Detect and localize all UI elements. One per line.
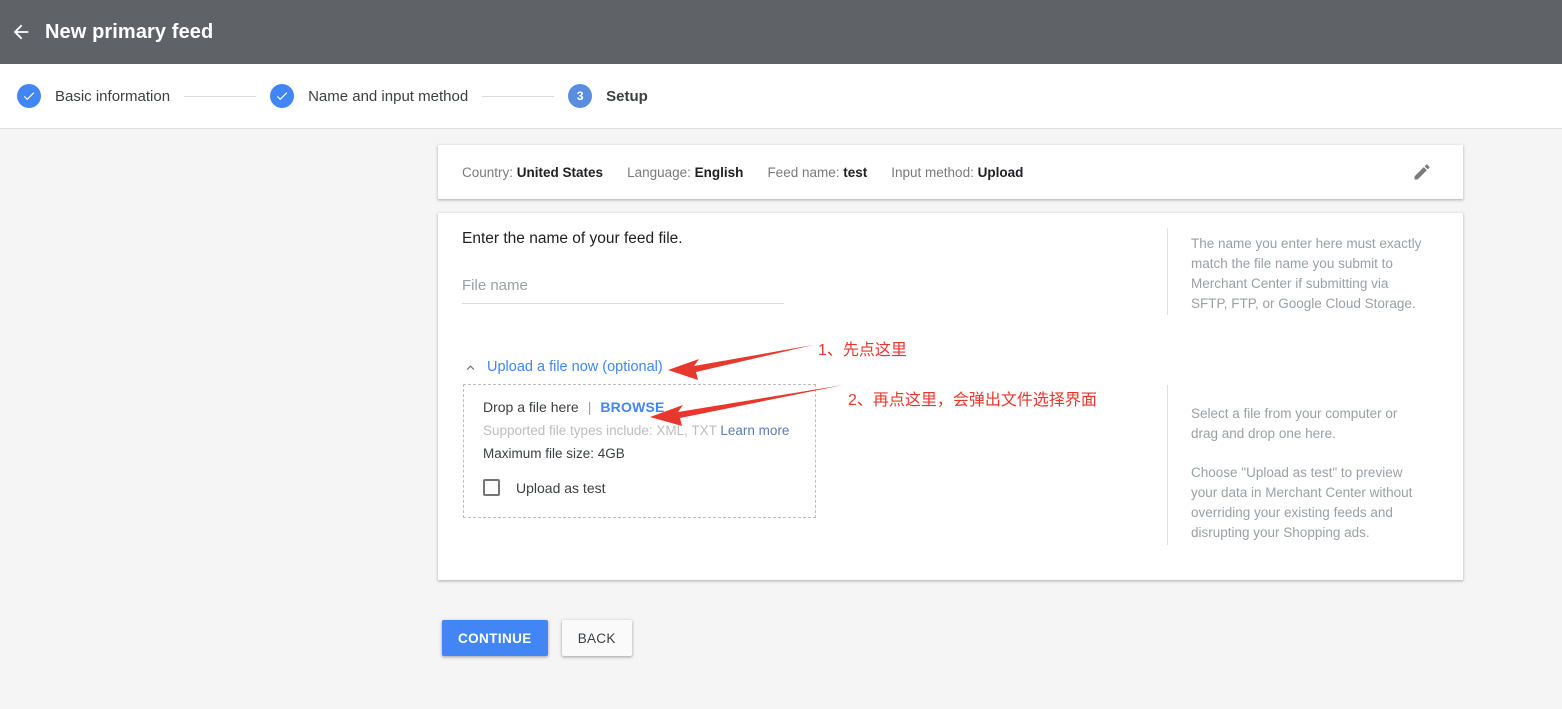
summary-country-label: Country: — [462, 164, 514, 180]
help-text-upload-as-test: Choose "Upload as test" to preview your … — [1191, 465, 1413, 540]
step-2-label: Name and input method — [308, 87, 469, 105]
continue-button[interactable]: CONTINUE — [442, 620, 548, 656]
feed-file-heading: Enter the name of your feed file. — [462, 230, 683, 247]
help-text-select-file: Select a file from your computer or drag… — [1191, 406, 1398, 441]
learn-more-link[interactable]: Learn more — [720, 423, 789, 438]
step-3-label: Setup — [606, 87, 648, 105]
summary-language-value: English — [694, 164, 744, 180]
step-connector-1 — [184, 95, 257, 97]
step-2-check-icon — [270, 84, 295, 108]
upload-as-test-checkbox-row[interactable]: Upload as test — [483, 479, 606, 496]
help-text-file-name: The name you enter here must exactly mat… — [1191, 236, 1422, 311]
step-setup[interactable]: 3 Setup — [568, 84, 648, 108]
chevron-up-icon — [462, 359, 478, 375]
supported-file-types-text: Supported file types include: XML, TXT L… — [483, 423, 789, 438]
maximum-file-size-text: Maximum file size: 4GB — [483, 446, 625, 461]
summary-feed-name-label: Feed name: — [767, 164, 840, 180]
summary-language-label: Language: — [627, 164, 691, 180]
upload-as-test-checkbox[interactable] — [483, 479, 500, 496]
summary-country: Country: United States — [462, 165, 603, 180]
file-drop-zone[interactable]: Drop a file here | BROWSE Supported file… — [463, 384, 816, 518]
setup-card: Enter the name of your feed file. Upload… — [438, 213, 1463, 580]
drop-row: Drop a file here | BROWSE — [483, 399, 665, 415]
supported-file-types-label: Supported file types include: XML, TXT — [483, 423, 717, 438]
pencil-icon[interactable] — [1410, 160, 1434, 184]
summary-input-method-value: Upload — [977, 164, 1024, 180]
drop-separator: | — [587, 399, 592, 415]
step-1-check-icon — [17, 84, 41, 108]
summary-input-method-label: Input method: — [891, 164, 974, 180]
browse-button[interactable]: BROWSE — [600, 399, 664, 415]
step-1-label: Basic information — [55, 87, 171, 105]
step-3-number: 3 — [576, 89, 584, 103]
step-basic-information[interactable]: Basic information — [17, 84, 170, 108]
upload-file-now-toggle[interactable]: Upload a file now (optional) — [462, 359, 663, 375]
feed-summary-bar: Country: United States Language: English… — [438, 145, 1463, 199]
summary-country-value: United States — [516, 164, 604, 180]
back-arrow-icon[interactable] — [6, 17, 36, 47]
upload-file-now-label: Upload a file now (optional) — [487, 359, 663, 375]
file-name-field — [462, 277, 784, 304]
upload-as-test-label: Upload as test — [516, 479, 606, 496]
form-actions: CONTINUE BACK — [442, 620, 632, 656]
summary-feed-name: Feed name: test — [767, 165, 867, 180]
app-header: New primary feed — [0, 0, 1562, 64]
page-title: New primary feed — [45, 20, 214, 43]
step-name-and-input-method[interactable]: Name and input method — [270, 84, 468, 108]
step-connector-2 — [482, 95, 555, 97]
help-divider-top — [1167, 228, 1168, 315]
stepper: Basic information Name and input method … — [0, 64, 1562, 129]
file-name-input[interactable] — [462, 277, 784, 304]
step-3-number-badge: 3 — [568, 84, 593, 108]
drop-a-file-here-text: Drop a file here — [483, 399, 579, 415]
help-divider-bottom — [1167, 385, 1168, 545]
summary-input-method: Input method: Upload — [891, 165, 1023, 180]
summary-feed-name-value: test — [843, 164, 868, 180]
summary-language: Language: English — [627, 165, 743, 180]
back-button[interactable]: BACK — [561, 620, 632, 656]
